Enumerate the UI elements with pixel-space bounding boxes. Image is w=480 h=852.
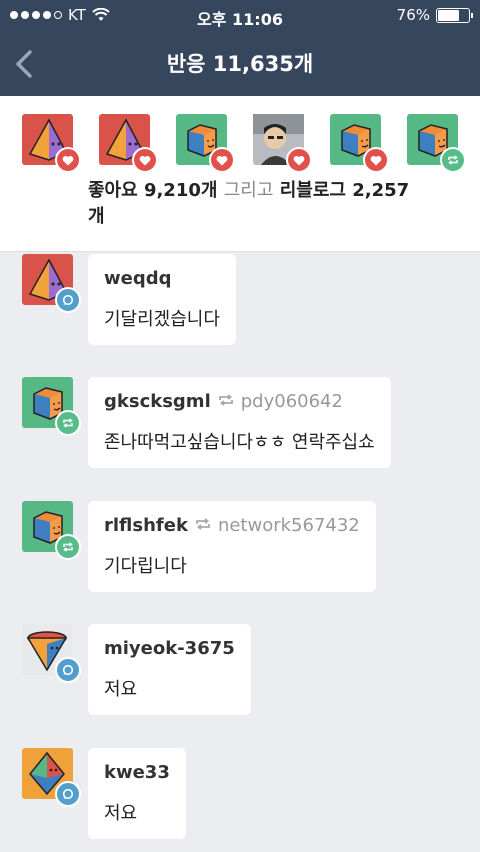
reblogs-suffix: 개 — [88, 206, 105, 227]
pyramid-avatar[interactable] — [99, 114, 158, 173]
reblog-badge-icon — [55, 410, 81, 436]
heart-badge-icon — [209, 147, 235, 173]
note-header: miyeok-3675 — [104, 638, 235, 659]
username-link[interactable]: weqdq — [104, 268, 172, 289]
note-text: 저요 — [104, 679, 138, 700]
note-bubble: rlflshfek network567432 기다립니다 — [88, 501, 376, 592]
comment-badge-icon — [55, 287, 81, 313]
cube-avatar[interactable] — [407, 114, 466, 173]
note-bubble: gkscksgml pdy060642 존나따먹고싶습니다ㅎㅎ 연락주십쇼 — [88, 377, 391, 468]
photo-avatar[interactable] — [253, 114, 312, 173]
battery-percent: 76% — [396, 6, 430, 24]
cube-avatar[interactable] — [176, 114, 235, 173]
summary-text: 좋아요 9,210개 그리고 리블로그 2,257 개 — [88, 178, 458, 230]
note-header: kwe33 — [104, 762, 170, 783]
note-bubble: kwe33 저요 — [88, 748, 186, 839]
note-header: rlflshfek network567432 — [104, 515, 360, 536]
and-label: 그리고 — [223, 180, 274, 201]
cube-avatar[interactable] — [22, 501, 81, 560]
reblog-icon — [194, 515, 212, 536]
username-link[interactable]: miyeok-3675 — [104, 638, 235, 659]
heart-badge-icon — [363, 147, 389, 173]
notes-summary: 좋아요 9,210개 그리고 리블로그 2,257 개 — [0, 96, 480, 252]
top-bar: KT 오후 11:06 76% 반응 11,635개 — [0, 0, 480, 96]
note-text: 기다립니다 — [104, 556, 187, 577]
comment-badge-icon — [55, 657, 81, 683]
cube-avatar[interactable] — [330, 114, 389, 173]
note-bubble: weqdq 기달리겠습니다 — [88, 254, 236, 345]
battery-icon — [436, 7, 473, 23]
note-header: weqdq — [104, 268, 220, 289]
note-bubble: miyeok-3675 저요 — [88, 624, 251, 715]
likes-count: 좋아요 9,210개 — [88, 180, 218, 201]
note-text: 존나따먹고싶습니다ㅎㅎ 연락주십쇼 — [104, 432, 375, 453]
username-link[interactable]: rlflshfek — [104, 515, 188, 536]
reblog-badge-icon — [440, 147, 466, 173]
reblog-icon — [217, 391, 235, 412]
avatar-row — [22, 114, 466, 173]
status-bar: KT 오후 11:06 76% — [0, 0, 480, 32]
cube-avatar[interactable] — [22, 377, 81, 436]
heart-badge-icon — [55, 147, 81, 173]
cone-avatar[interactable] — [22, 624, 81, 683]
octahedron-avatar[interactable] — [22, 748, 81, 807]
page-title: 반응 11,635개 — [166, 52, 314, 76]
comment-badge-icon — [55, 781, 81, 807]
reblog-badge-icon — [55, 534, 81, 560]
heart-badge-icon — [132, 147, 158, 173]
note-text: 저요 — [104, 803, 138, 824]
source-username-link[interactable]: network567432 — [218, 515, 360, 536]
username-link[interactable]: gkscksgml — [104, 391, 211, 412]
username-link[interactable]: kwe33 — [104, 762, 170, 783]
heart-badge-icon — [286, 147, 312, 173]
pyramid-avatar[interactable] — [22, 254, 81, 313]
pyramid-avatar[interactable] — [22, 114, 81, 173]
reblogs-count: 리블로그 2,257 — [279, 180, 410, 201]
source-username-link[interactable]: pdy060642 — [241, 391, 343, 412]
note-text: 기달리겠습니다 — [104, 309, 220, 330]
note-header: gkscksgml pdy060642 — [104, 391, 375, 412]
